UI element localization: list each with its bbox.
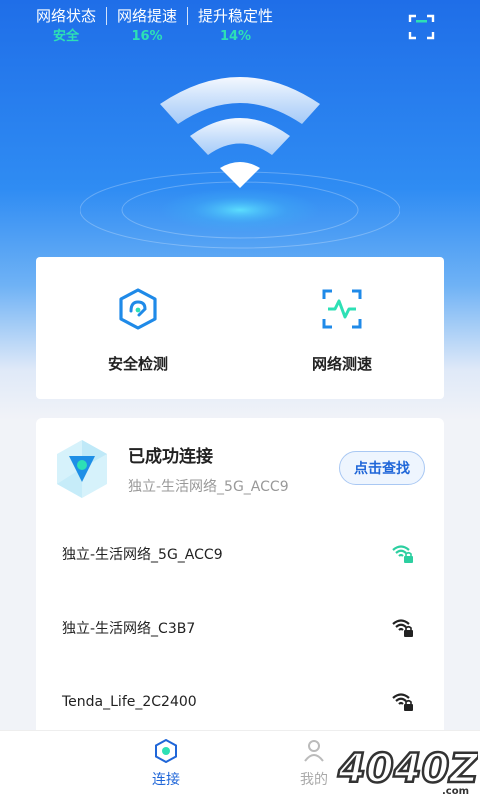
scan-frame-icon: [408, 14, 435, 40]
wifi-list-item[interactable]: Tenda_Life_2C2400: [36, 682, 444, 722]
stat-speed-boost: 网络提速 16%: [107, 6, 187, 48]
wifi-name: 独立-生活网络_5G_ACC9: [62, 547, 223, 563]
wifi-list-item[interactable]: 独立-生活网络_5G_ACC9: [36, 534, 444, 574]
svg-text:.com: .com: [442, 786, 469, 797]
stat-value: 14%: [219, 29, 252, 44]
find-button[interactable]: 点击查找: [339, 451, 425, 485]
connection-gem-icon: [57, 440, 107, 498]
network-stats: 网络状态 安全 网络提速 16% 提升稳定性 14%: [26, 6, 283, 50]
wifi-list-card: 已成功连接 独立-生活网络_5G_ACC9 点击查找 独立-生活网络_5G_AC…: [36, 418, 444, 738]
user-icon: [304, 740, 324, 762]
connect-hexagon-icon: [155, 739, 177, 763]
wifi-lock-icon: [392, 619, 413, 637]
feature-card: 安全检测 网络测速: [36, 257, 444, 399]
stat-label: 提升稳定性: [198, 7, 274, 25]
speed-test-icon: [322, 289, 362, 329]
site-watermark-logo: 4040Z .com: [336, 745, 478, 797]
feature-label: 网络测速: [311, 355, 372, 373]
stat-network-status: 网络状态 安全: [26, 6, 106, 48]
connected-ssid: 独立-生活网络_5G_ACC9: [128, 479, 289, 495]
wifi-name: Tenda_Life_2C2400: [62, 694, 197, 710]
wifi-signal-illustration: [80, 77, 400, 249]
stat-label: 网络提速: [117, 7, 178, 25]
tab-label: 连接: [152, 772, 180, 788]
scan-button[interactable]: [408, 14, 435, 40]
security-check-button[interactable]: 安全检测: [36, 257, 240, 399]
stat-value: 16%: [131, 29, 163, 44]
stat-value: 安全: [53, 29, 80, 44]
stat-label: 网络状态: [36, 7, 97, 25]
tab-label: 我的: [300, 772, 328, 788]
shield-cube-icon: [119, 288, 157, 330]
speed-test-button[interactable]: 网络测速: [240, 257, 444, 399]
connection-status-title: 已成功连接: [128, 447, 213, 467]
feature-label: 安全检测: [107, 355, 168, 373]
wifi-name: 独立-生活网络_C3B7: [62, 621, 196, 637]
wifi-lock-icon: [392, 545, 413, 563]
tab-connect[interactable]: 连接: [126, 739, 206, 789]
wifi-list-item[interactable]: 独立-生活网络_C3B7: [36, 608, 444, 648]
wifi-lock-icon: [392, 693, 413, 711]
stat-stability: 提升稳定性 14%: [188, 6, 283, 48]
